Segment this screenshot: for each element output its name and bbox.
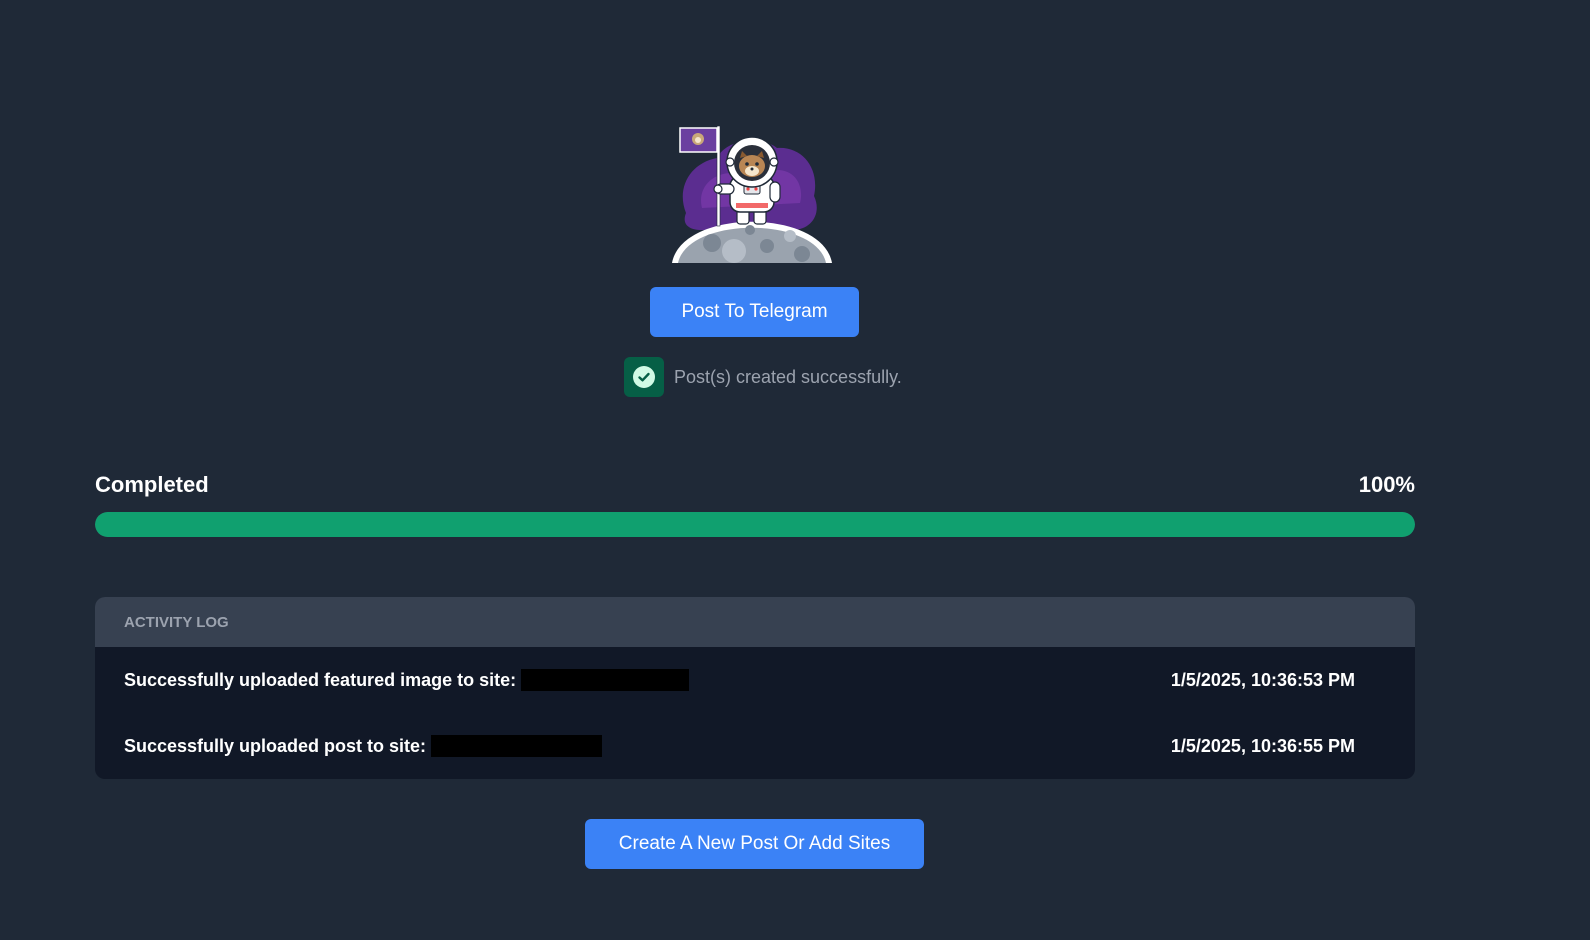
log-entry-message: Successfully uploaded featured image to … [124, 669, 517, 690]
post-to-telegram-button[interactable]: Post To Telegram [650, 287, 859, 337]
create-new-post-button[interactable]: Create A New Post Or Add Sites [585, 819, 924, 869]
upload-complete-page: Post To Telegram Post(s) created success… [0, 0, 1590, 940]
log-entry-timestamp: 1/5/2025, 10:36:53 PM [1170, 669, 1355, 690]
progress-label: Completed [95, 472, 209, 497]
log-entry-timestamp: 1/5/2025, 10:36:55 PM [1170, 735, 1355, 756]
log-entry: Successfully uploaded featured image to … [95, 647, 1415, 713]
activity-log-header: ACTIVITY LOG [95, 597, 1415, 647]
progress-bar [95, 512, 1415, 537]
success-status: Post(s) created successfully. [624, 357, 902, 397]
log-entry: Successfully uploaded post to site: 1/5/… [95, 713, 1415, 779]
status-message: Post(s) created successfully. [674, 366, 902, 387]
progress-bar-fill [95, 512, 1415, 537]
progress-percent: 100% [1358, 472, 1415, 497]
redacted-site-name [431, 735, 603, 757]
check-circle-icon [624, 357, 664, 397]
redacted-site-name [521, 669, 690, 691]
log-entry-message: Successfully uploaded post to site: [124, 735, 427, 756]
astronaut-illustration [672, 118, 832, 263]
activity-log: ACTIVITY LOG Successfully uploaded featu… [95, 597, 1415, 779]
